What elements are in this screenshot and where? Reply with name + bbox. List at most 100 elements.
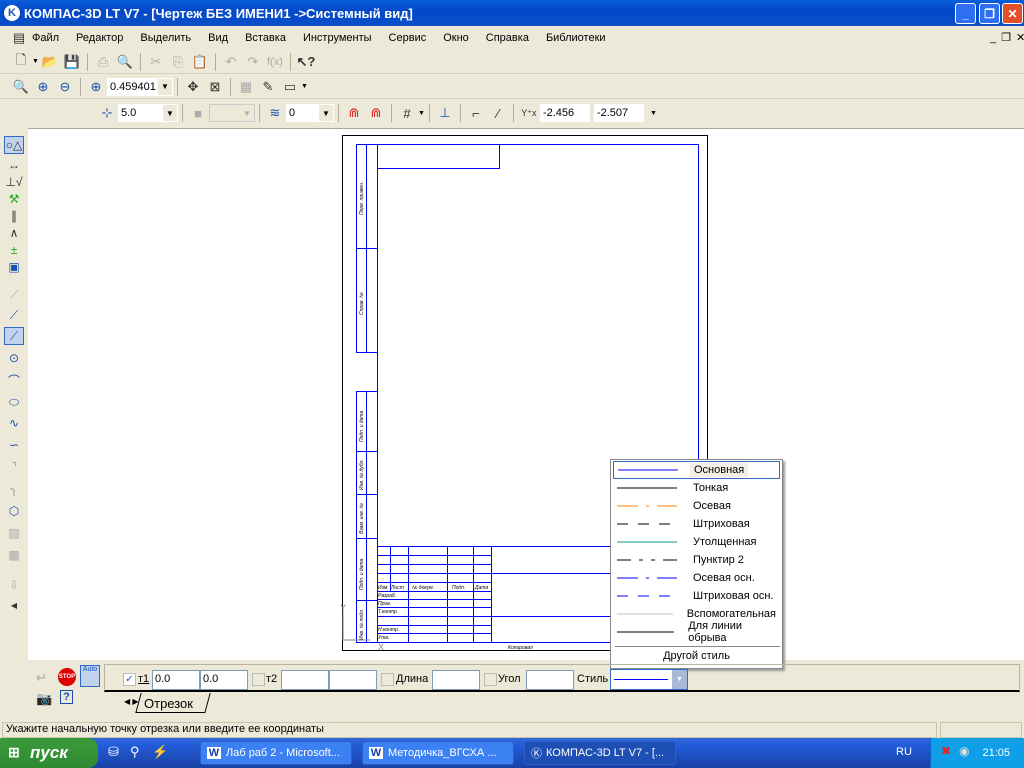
chamfer-tool-icon[interactable]: ⌝ [4, 458, 24, 476]
stop-button[interactable]: STOP [58, 668, 76, 686]
ellipse-tool-icon[interactable]: ⬭ [4, 393, 24, 411]
task-kompas[interactable]: Ⓚ КОМПАС-3D LT V7 - [... [524, 741, 676, 765]
tab-segment[interactable]: Отрезок [144, 696, 193, 711]
close-button[interactable]: ✕ [1002, 3, 1023, 24]
designations-panel-icon[interactable]: ⊥√ [4, 173, 24, 191]
task-word-manual[interactable]: W Методичка_ВГСХА ... [362, 741, 514, 765]
coord-x-field[interactable]: -2.456 [539, 104, 590, 122]
menu-window[interactable]: Окно [443, 32, 469, 44]
snaps-icon[interactable]: ⁄ [489, 104, 507, 122]
polygon-tool-icon[interactable]: ⬡ [4, 502, 24, 520]
open-icon[interactable]: 📂 [41, 53, 59, 71]
dimensions-panel-icon[interactable]: ↔ [4, 156, 24, 174]
measure-panel-icon[interactable]: ∧ [4, 224, 24, 242]
bezier-tool-icon[interactable]: ∽ [4, 436, 24, 454]
line-style-item[interactable]: Штриховая осн. [613, 587, 780, 605]
line-style-item[interactable]: Осевая осн. [613, 569, 780, 587]
zoom-combo[interactable]: 0.459401 ▼ [107, 77, 173, 96]
auto-create-button[interactable]: Auto [80, 665, 100, 687]
layer-combo[interactable]: 0 ▼ [286, 104, 334, 122]
cut-icon[interactable]: ✂ [147, 53, 165, 71]
insert-fragment-icon[interactable]: ⇩ [4, 576, 24, 594]
line-style-item[interactable]: Основная [613, 461, 780, 479]
context-help-icon[interactable]: ↖? [297, 53, 316, 71]
grid-icon[interactable]: # [398, 104, 416, 122]
polyline-tool-icon[interactable]: ∿ [4, 414, 24, 432]
state-combo[interactable]: ▼ [209, 104, 255, 122]
parametrization-panel-icon[interactable]: ∥ [4, 207, 24, 225]
new-file-icon[interactable]: 🗋 [12, 52, 30, 71]
angle-input[interactable] [526, 670, 574, 690]
drawing-canvas[interactable] [28, 128, 1024, 660]
menu-file[interactable]: Файл [32, 32, 59, 44]
point-tool-icon[interactable]: ⟋ [4, 286, 24, 304]
step-combo[interactable]: 5.0 ▼ [118, 104, 178, 122]
t1-y-input[interactable]: 0.0 [200, 670, 248, 690]
line-style-item[interactable]: Для линии обрыва [613, 620, 780, 644]
speaker-icon[interactable]: ◉ [959, 744, 969, 758]
quicklaunch-icon[interactable]: ⚲ [130, 744, 140, 760]
arc-tool-icon[interactable]: ⌒ [4, 371, 24, 389]
scroll-left-icon[interactable]: ◀ [4, 596, 24, 614]
circle-tool-icon[interactable]: ⊙ [4, 349, 24, 367]
style-select[interactable]: ▼ [610, 669, 688, 690]
zoom-scale-icon[interactable]: ⊕ [87, 78, 105, 96]
layers-icon[interactable]: ≋ [266, 104, 284, 122]
mdi-window-controls[interactable]: _❐✕ [990, 31, 1024, 44]
show-all-icon[interactable]: ⊠ [206, 78, 224, 96]
snap-magnet-icon[interactable]: ⋒ [345, 104, 363, 122]
quicklaunch-icon[interactable]: ⛁ [108, 744, 119, 760]
aux-line-tool-icon[interactable]: ⟋ [4, 306, 24, 324]
t1-checkbox[interactable]: ✓ [123, 673, 136, 686]
length-input[interactable] [432, 670, 480, 690]
save-icon[interactable]: 💾 [63, 53, 81, 71]
variables-icon[interactable]: f(x) [266, 53, 284, 71]
line-style-item[interactable]: Утолщенная [613, 533, 780, 551]
chevron-down-icon[interactable]: ▼ [158, 78, 172, 95]
segment-tool-icon[interactable]: ⟋ [4, 327, 24, 345]
undo-icon[interactable]: ↶ [222, 53, 240, 71]
menu-edit[interactable]: Редактор [76, 32, 123, 44]
cursor-step-icon[interactable]: ⊹ [98, 104, 116, 122]
select-panel-icon[interactable]: ± [4, 241, 24, 259]
menu-tools[interactable]: Инструменты [303, 32, 372, 44]
hatch-tool-icon[interactable]: ▨ [4, 524, 24, 542]
document-icon[interactable]: ▤ [10, 29, 28, 47]
print-icon[interactable]: ⎙ [94, 53, 112, 71]
menu-help[interactable]: Справка [486, 32, 529, 44]
refresh-icon[interactable]: ▦ [237, 78, 255, 96]
language-indicator[interactable]: RU [896, 746, 912, 758]
fillet-tool-icon[interactable]: ╮ [4, 480, 24, 498]
copy-icon[interactable]: ⎘ [169, 53, 187, 71]
view-manager-icon[interactable]: ▭ [281, 78, 299, 96]
restore-button[interactable]: ❐ [979, 3, 1000, 24]
network-error-icon[interactable]: ✖ [941, 744, 951, 758]
angle-checkbox[interactable] [484, 673, 497, 686]
edit-pencil-icon[interactable]: ✎ [259, 78, 277, 96]
menu-libraries[interactable]: Библиотеки [546, 32, 606, 44]
menu-service[interactable]: Сервис [389, 32, 427, 44]
zoom-out-icon[interactable]: ⊖ [56, 78, 74, 96]
help-icon[interactable]: ? [60, 690, 73, 704]
t1-x-input[interactable]: 0.0 [152, 670, 200, 690]
zoom-window-icon[interactable]: 🔍 [12, 78, 30, 96]
t2-x-input[interactable] [281, 670, 329, 690]
redo-icon[interactable]: ↷ [244, 53, 262, 71]
line-style-item[interactable]: Осевая [613, 497, 780, 515]
fill-tool-icon[interactable]: ▩ [4, 546, 24, 564]
minimize-button[interactable]: _ [955, 3, 976, 24]
edit-panel-icon[interactable]: ⚒ [4, 190, 24, 208]
spec-panel-icon[interactable]: ▣ [4, 258, 24, 276]
geometry-panel-icon[interactable]: ○△ [4, 136, 24, 154]
create-object-icon[interactable]: ↵ [36, 670, 47, 686]
paste-icon[interactable]: 📋 [191, 53, 209, 71]
t2-y-input[interactable] [329, 670, 377, 690]
ortho-icon[interactable]: ⌐ [467, 104, 485, 122]
line-style-item[interactable]: Пунктир 2 [613, 551, 780, 569]
menu-select[interactable]: Выделить [140, 32, 191, 44]
remember-state-icon[interactable]: 📷 [36, 691, 52, 707]
pan-icon[interactable]: ✥ [184, 78, 202, 96]
task-word-lab[interactable]: W Лаб раб 2 - Microsoft... [200, 741, 352, 765]
local-snap-icon[interactable]: ⋒ [367, 104, 385, 122]
local-cs-icon[interactable]: ⊥ [436, 104, 454, 122]
